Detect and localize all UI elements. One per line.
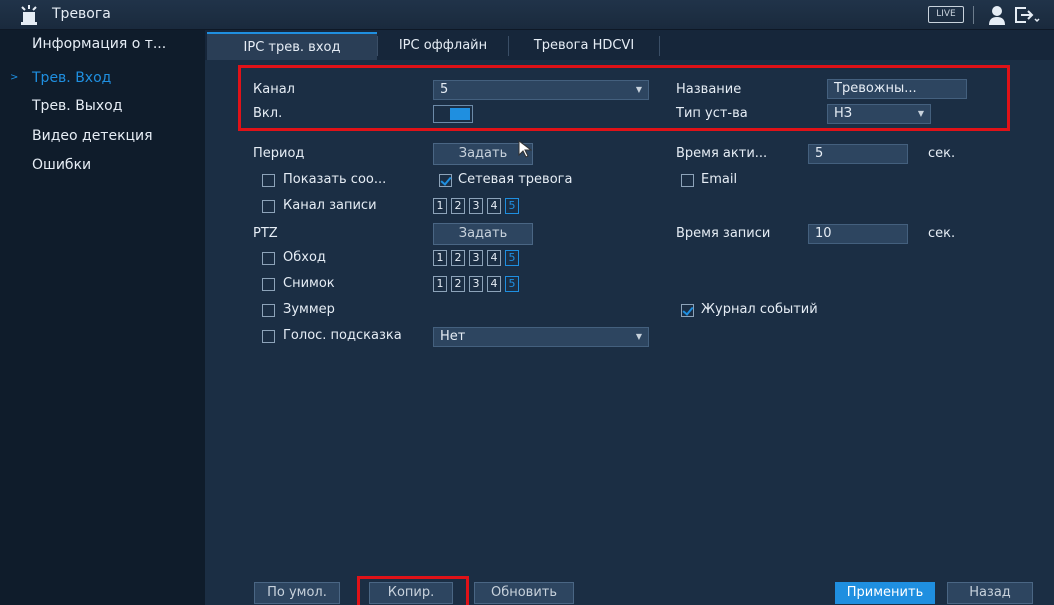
record-time-label: Время записи [676, 226, 771, 241]
chevron-down-icon: ▼ [917, 109, 924, 118]
alarm-icon [21, 5, 37, 25]
sidebar-item-alarm-output[interactable]: Трев. Выход [0, 92, 205, 120]
channel-number[interactable]: 5 [505, 198, 519, 214]
channel-number[interactable]: 2 [451, 276, 465, 292]
ptz-set-button[interactable]: Задать [433, 223, 533, 245]
logout-icon[interactable] [1014, 6, 1040, 24]
active-time-label: Время акти... [676, 146, 768, 161]
sidebar-item-video-detection[interactable]: Видео детекция [0, 122, 205, 150]
sidebar-item-alarm-input[interactable]: > Трев. Вход [0, 64, 205, 92]
email-checkbox[interactable] [681, 174, 694, 187]
email-label: Email [701, 172, 738, 187]
voice-prompt-select[interactable]: Нет ▼ [433, 327, 649, 347]
tour-channel-set: 1 2 3 4 5 [433, 250, 523, 266]
snapshot-label: Снимок [283, 276, 335, 291]
event-log-label: Журнал событий [701, 302, 818, 317]
channel-number[interactable]: 3 [469, 276, 483, 292]
chevron-down-icon: ▼ [635, 332, 642, 341]
channel-number[interactable]: 2 [451, 250, 465, 266]
tour-checkbox[interactable] [262, 252, 275, 265]
titlebar-divider [973, 6, 974, 24]
net-alarm-label: Сетевая тревога [458, 172, 573, 187]
sidebar-item-label: Видео детекция [32, 128, 153, 144]
window-title: Тревога [52, 6, 111, 22]
channel-number[interactable]: 2 [451, 198, 465, 214]
toggle-knob [450, 108, 470, 120]
enable-label: Вкл. [253, 106, 283, 121]
tab-ipc-offline[interactable]: IPC оффлайн [378, 32, 508, 60]
sidebar-item-info[interactable]: Информация о т... [0, 30, 205, 58]
ptz-label: PTZ [253, 226, 278, 241]
channel-number[interactable]: 4 [487, 276, 501, 292]
sidebar-item-errors[interactable]: Ошибки [0, 151, 205, 179]
chevron-right-icon: > [10, 72, 19, 83]
settings-panel: Канал 5 ▼ Название Тревожны... Вкл. Тип … [205, 60, 1054, 605]
cursor-icon [518, 140, 532, 158]
sidebar: Информация о т... > Трев. Вход Трев. Вых… [0, 30, 205, 605]
title-bar: Тревога LIVE [0, 0, 1054, 30]
tab-alarm-hdcvi[interactable]: Тревога HDCVI [509, 32, 659, 60]
device-type-label: Тип уст-ва [676, 106, 748, 121]
record-channel-checkbox[interactable] [262, 200, 275, 213]
buzzer-checkbox[interactable] [262, 304, 275, 317]
channel-number[interactable]: 3 [469, 250, 483, 266]
name-label: Название [676, 82, 742, 97]
net-alarm-checkbox[interactable] [439, 174, 452, 187]
back-button[interactable]: Назад [947, 582, 1033, 604]
channel-number[interactable]: 3 [469, 198, 483, 214]
refresh-button[interactable]: Обновить [474, 582, 574, 604]
event-log-checkbox[interactable] [681, 304, 694, 317]
channel-select[interactable]: 5 ▼ [433, 80, 649, 100]
buzzer-label: Зуммер [283, 302, 335, 317]
show-message-checkbox[interactable] [262, 174, 275, 187]
channel-value: 5 [440, 82, 449, 97]
voice-prompt-checkbox[interactable] [262, 330, 275, 343]
channel-number[interactable]: 4 [487, 250, 501, 266]
voice-prompt-value: Нет [440, 329, 466, 344]
record-channel-set: 1 2 3 4 5 [433, 198, 523, 214]
default-button[interactable]: По умол. [254, 582, 340, 604]
channel-number[interactable]: 5 [505, 250, 519, 266]
record-time-unit: сек. [928, 226, 956, 241]
device-type-value: НЗ [834, 106, 853, 121]
name-input[interactable]: Тревожны... [827, 79, 967, 99]
tab-bar: IPC трев. вход IPC оффлайн Тревога HDCVI [205, 30, 1054, 60]
snapshot-channel-set: 1 2 3 4 5 [433, 276, 523, 292]
show-message-label: Показать соо... [283, 172, 387, 187]
sidebar-item-label: Трев. Вход [32, 70, 112, 86]
sidebar-item-label: Информация о т... [32, 36, 167, 52]
user-icon[interactable] [988, 5, 1006, 25]
sidebar-item-label: Ошибки [32, 157, 92, 173]
record-channel-label: Канал записи [283, 198, 377, 213]
channel-number[interactable]: 4 [487, 198, 501, 214]
chevron-down-icon: ▼ [635, 85, 642, 94]
tab-ipc-alarm-input[interactable]: IPC трев. вход [207, 32, 377, 60]
channel-number[interactable]: 1 [433, 250, 447, 266]
active-time-input[interactable]: 5 [808, 144, 908, 164]
record-time-input[interactable]: 10 [808, 224, 908, 244]
channel-label: Канал [253, 82, 295, 97]
snapshot-checkbox[interactable] [262, 278, 275, 291]
channel-number[interactable]: 1 [433, 276, 447, 292]
active-time-unit: сек. [928, 146, 956, 161]
copy-button[interactable]: Копир. [369, 582, 453, 604]
tab-divider [659, 36, 660, 56]
period-label: Период [253, 146, 305, 161]
sidebar-item-label: Трев. Выход [32, 98, 123, 114]
channel-number[interactable]: 5 [505, 276, 519, 292]
channel-number[interactable]: 1 [433, 198, 447, 214]
tour-label: Обход [283, 250, 326, 265]
apply-button[interactable]: Применить [835, 582, 935, 604]
enable-toggle[interactable] [433, 105, 473, 123]
voice-prompt-label: Голос. подсказка [283, 328, 402, 343]
live-button[interactable]: LIVE [928, 6, 964, 23]
device-type-select[interactable]: НЗ ▼ [827, 104, 931, 124]
